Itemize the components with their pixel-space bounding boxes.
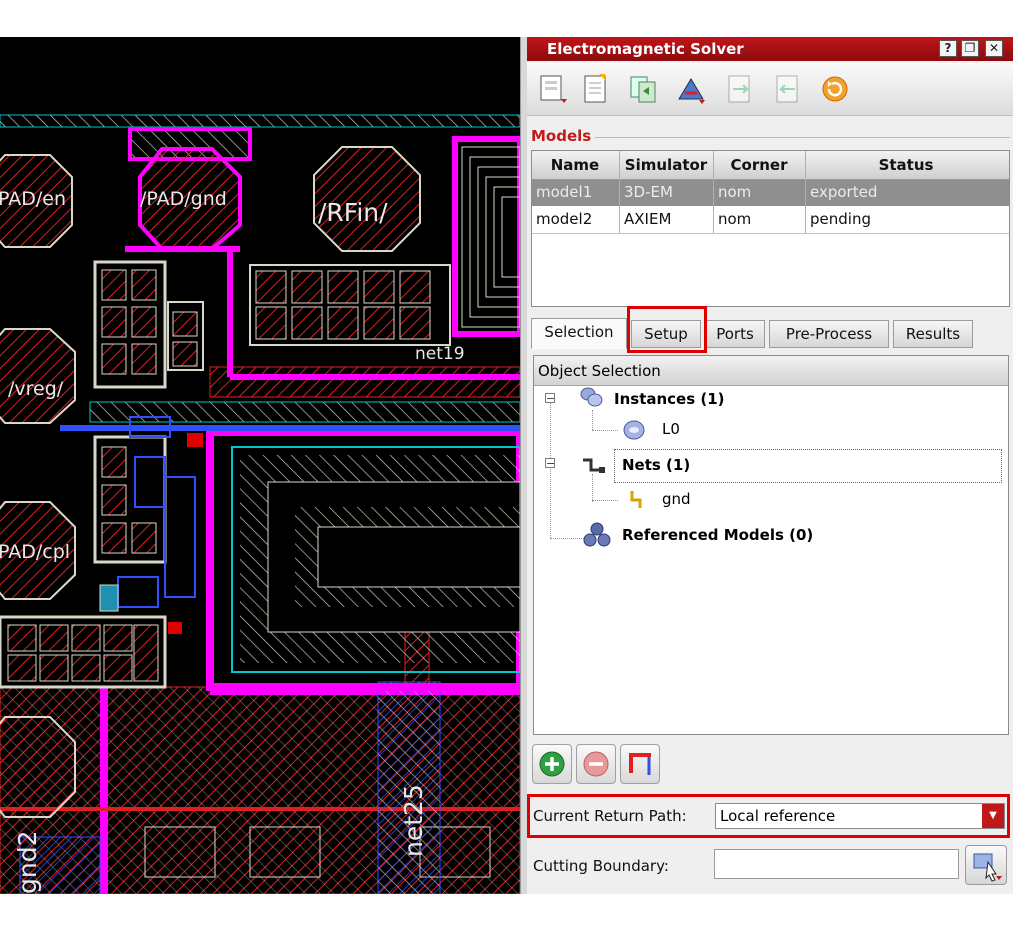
tab-results[interactable]: Results [893,320,973,348]
net-icon [630,491,642,508]
column-header-name[interactable]: Name [532,156,618,174]
tree-node-gnd[interactable]: gnd [662,490,691,508]
tree-connector [592,430,618,431]
tree-connector [550,538,584,539]
refresh-icon[interactable] [819,73,851,105]
return-path-select[interactable]: Local reference ▼ [715,803,1005,829]
tree-node-instances[interactable]: Instances (1) [614,390,725,408]
cell-status: exported [810,183,878,201]
models-table: Name Simulator Corner Status model1 3D-E… [531,150,1010,307]
new-model-icon[interactable] [537,73,569,105]
panel-titlebar[interactable]: Electromagnetic Solver ? ❐ ✕ [527,37,1013,61]
cell-name: model2 [536,210,593,228]
tree-node-l0[interactable]: L0 [662,420,680,438]
table-row[interactable]: model1 3D-EM nom exported [532,180,1009,206]
label-net19: net19 [415,344,465,364]
remove-icon [583,751,609,777]
chevron-down-icon[interactable]: ▼ [982,804,1004,828]
cutting-boundary-field[interactable] [714,849,959,879]
cell-status: pending [810,210,871,228]
return-path-value: Local reference [720,807,836,825]
export-icon[interactable] [723,73,755,105]
simulate-icon[interactable] [675,73,707,105]
column-divider [713,151,714,233]
cell-name: model1 [536,183,593,201]
select-boundary-button[interactable] [965,845,1007,885]
table-row[interactable]: model2 AXIEM nom pending [532,207,1009,234]
restore-icon[interactable]: ❐ [961,40,979,57]
label-gnd2: gnd2 [13,831,42,895]
pick-cursor-icon [973,853,1002,882]
label-pad-en: PAD/en [0,188,66,210]
tree-header: Object Selection [534,356,1008,386]
models-section-label: Models [531,127,592,145]
splitter-handle[interactable] [520,37,527,894]
label-pad-gnd: /PAD/gnd [140,188,227,210]
import-icon[interactable] [771,73,803,105]
tab-ports[interactable]: Ports [705,320,765,348]
column-divider [805,151,806,233]
nets-icon [583,458,605,473]
setup-tab-highlight [627,306,707,353]
tab-selection[interactable]: Selection [531,318,627,349]
tree-connector [592,500,618,501]
label-rfin: /RFin/ [318,198,388,227]
add-button[interactable] [532,744,572,784]
toolbar [527,63,1013,116]
section-divider [595,137,1010,138]
tree-connector [592,410,593,430]
em-solver-panel: Electromagnetic Solver ? ❐ ✕ Models Name… [527,37,1013,894]
instance-icon [623,420,645,440]
label-net25: net25 [399,784,428,857]
cell-corner: nom [718,210,752,228]
cutting-boundary-label: Cutting Boundary: [533,857,669,875]
column-header-corner[interactable]: Corner [714,156,804,174]
table-header: Name Simulator Corner Status [532,151,1009,180]
layout-canvas[interactable]: PAD/en /PAD/gnd /RFin/ /vreg/ net19 PAD/… [0,37,520,894]
tree-connector [592,474,593,502]
column-header-status[interactable]: Status [806,156,1006,174]
tab-bar: Selection Setup Ports Pre-Process Result… [527,306,1013,353]
cell-simulator: 3D-EM [624,183,673,201]
object-selection-tree: Object Selection − Instances (1) L0 − Ne… [533,355,1009,735]
ports-button[interactable] [620,744,660,784]
label-vreg: /vreg/ [8,378,64,400]
tree-node-nets[interactable]: Nets (1) [622,456,690,474]
tab-pre-process[interactable]: Pre-Process [769,320,889,348]
column-header-simulator[interactable]: Simulator [620,156,712,174]
ports-icon [629,753,651,775]
cell-corner: nom [718,183,752,201]
return-path-label: Current Return Path: [533,807,687,825]
copy-icon[interactable] [627,73,659,105]
tree-node-referenced-models[interactable]: Referenced Models (0) [622,526,813,544]
column-divider [619,151,620,233]
remove-button[interactable] [576,744,616,784]
cell-simulator: AXIEM [624,210,672,228]
referenced-models-icon [583,522,611,547]
help-button[interactable]: ? [939,40,957,57]
close-icon[interactable]: ✕ [985,40,1003,57]
collapse-instances-icon[interactable]: − [545,393,555,404]
add-icon [539,751,565,777]
panel-title: Electromagnetic Solver [547,40,744,58]
document-icon[interactable] [579,73,611,105]
label-pad-cpl: PAD/cpl [0,541,70,563]
collapse-nets-icon[interactable]: − [545,458,555,469]
instances-icon [580,387,603,407]
